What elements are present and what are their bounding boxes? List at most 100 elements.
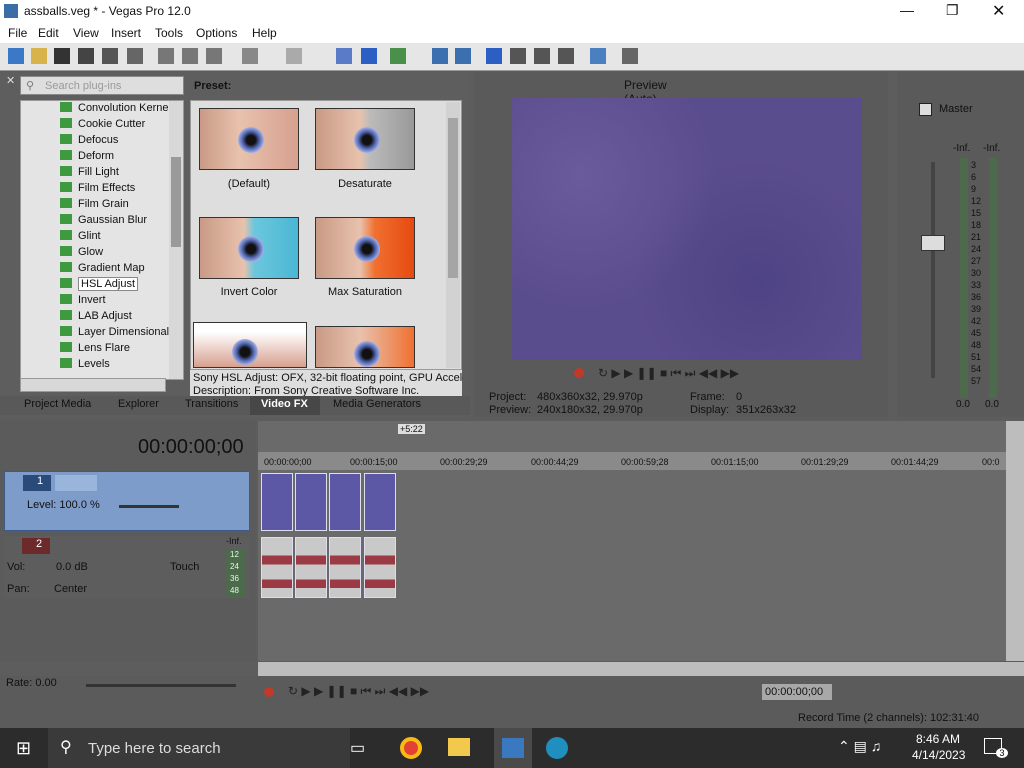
touch-mode-label[interactable]: Touch: [170, 561, 199, 573]
preset-invert-color-thumbnail[interactable]: [199, 217, 299, 279]
auto-crossfade-icon[interactable]: [534, 48, 550, 64]
search-plugins-field[interactable]: ⚲ Search plug-ins: [20, 76, 184, 95]
selection-tool-icon[interactable]: [390, 48, 406, 64]
snapping-icon[interactable]: [432, 48, 448, 64]
audio-clip[interactable]: [261, 537, 293, 598]
auto-ripple-icon[interactable]: [455, 48, 471, 64]
plugin-item[interactable]: Defocus: [60, 134, 180, 150]
video-clip[interactable]: [364, 473, 396, 531]
file-explorer-icon[interactable]: [448, 738, 470, 756]
video-clip[interactable]: [261, 473, 293, 531]
timeline-record-button[interactable]: [264, 687, 274, 697]
properties-icon[interactable]: [127, 48, 143, 64]
tab-media-generators[interactable]: Media Generators: [333, 398, 421, 410]
preset-thumbnail[interactable]: [315, 326, 415, 368]
lock-envelopes-icon[interactable]: [486, 48, 502, 64]
plugin-item[interactable]: Glow: [60, 246, 180, 262]
copy-icon[interactable]: [182, 48, 198, 64]
audio-clip[interactable]: [329, 537, 361, 598]
whats-this-help-icon[interactable]: [622, 48, 638, 64]
plugin-item[interactable]: Levels: [60, 358, 180, 374]
plugin-item[interactable]: Cookie Cutter: [60, 118, 180, 134]
tab-project-media[interactable]: Project Media: [24, 398, 91, 410]
menu-edit[interactable]: Edit: [38, 26, 59, 40]
clock-time[interactable]: 8:46 AM: [916, 732, 960, 746]
audio-clip[interactable]: [295, 537, 327, 598]
tab-video-fx[interactable]: Video FX: [261, 398, 308, 410]
maximize-icon[interactable]: ❐: [946, 2, 959, 19]
plugin-item[interactable]: Fill Light: [60, 166, 180, 182]
plugin-item[interactable]: Film Grain: [60, 198, 180, 214]
plugin-hscrollbar[interactable]: [20, 378, 166, 392]
video-level-slider[interactable]: [119, 505, 179, 508]
edge-icon[interactable]: [546, 737, 568, 759]
chrome-icon[interactable]: [400, 737, 422, 759]
undo-icon[interactable]: [242, 48, 258, 64]
plugin-item[interactable]: Lens Flare: [60, 342, 180, 358]
preset-default-thumbnail[interactable]: [199, 108, 299, 170]
preview-mode-dropdown[interactable]: Preview (Auto): [592, 76, 702, 106]
timeline-vscrollbar[interactable]: [1006, 421, 1024, 661]
normal-edit-tool-icon[interactable]: [336, 48, 352, 64]
render-icon[interactable]: [102, 48, 118, 64]
video-track-header[interactable]: 1 Level: 100.0 %: [4, 471, 250, 531]
tab-transitions[interactable]: Transitions: [185, 398, 238, 410]
save-icon[interactable]: [54, 48, 70, 64]
video-clip[interactable]: [295, 473, 327, 531]
envelope-tool-icon[interactable]: [361, 48, 377, 64]
track-name-field[interactable]: [55, 475, 97, 491]
video-clip[interactable]: [329, 473, 361, 531]
master-scale-label: 54: [971, 364, 982, 374]
preset-max-saturation-thumbnail[interactable]: [315, 217, 415, 279]
vegas-taskbar-icon[interactable]: [494, 728, 532, 768]
cursor-marker-label: +5:22: [398, 424, 425, 434]
taskbar-search-box[interactable]: ⚲ Type here to search: [48, 728, 350, 768]
master-fader-handle[interactable]: [921, 235, 945, 251]
new-icon[interactable]: [8, 48, 24, 64]
plugin-item[interactable]: LAB Adjust: [60, 310, 180, 326]
plugin-item[interactable]: Invert: [60, 294, 180, 310]
plugin-item[interactable]: Gaussian Blur: [60, 214, 180, 230]
audio-clip[interactable]: [364, 537, 396, 598]
open-icon[interactable]: [31, 48, 47, 64]
master-checkbox[interactable]: [919, 103, 932, 116]
rate-slider[interactable]: [86, 684, 236, 687]
tab-explorer[interactable]: Explorer: [118, 398, 159, 410]
preset-thumbnail[interactable]: [193, 322, 307, 368]
menu-insert[interactable]: Insert: [111, 26, 141, 40]
preset-desaturate-thumbnail[interactable]: [315, 108, 415, 170]
start-icon[interactable]: ⊞: [16, 738, 31, 759]
plugin-item[interactable]: Deform: [60, 150, 180, 166]
plugin-item[interactable]: Glint: [60, 230, 180, 246]
plugin-item[interactable]: Gradient Map: [60, 262, 180, 278]
close-icon[interactable]: ✕: [992, 1, 1005, 21]
minimize-icon[interactable]: —: [900, 2, 914, 18]
clock-date[interactable]: 4/14/2023: [912, 748, 965, 762]
plugin-item[interactable]: Convolution Kerne: [60, 102, 180, 118]
paste-icon[interactable]: [206, 48, 222, 64]
audio-track-header[interactable]: 2 Vol: 0.0 dB Pan: Center Touch -Inf. 12…: [4, 536, 250, 598]
plugin-item[interactable]: Film Effects: [60, 182, 180, 198]
preset-scrollbar-thumb[interactable]: [448, 118, 458, 278]
menu-view[interactable]: View: [73, 26, 99, 40]
plugin-item-selected[interactable]: HSL Adjust: [60, 277, 180, 294]
cut-icon[interactable]: [158, 48, 174, 64]
plugin-item[interactable]: Layer Dimensional: [60, 326, 180, 342]
save-as-icon[interactable]: [78, 48, 94, 64]
task-view-icon[interactable]: ▭: [350, 738, 365, 758]
master-scale-label: 12: [971, 196, 982, 206]
preview-record-button[interactable]: [574, 368, 584, 378]
menu-tools[interactable]: Tools: [155, 26, 183, 40]
video-preview-frame[interactable]: [512, 98, 862, 360]
timeline-hscrollbar[interactable]: [258, 662, 1024, 676]
master-fader-track[interactable]: [931, 162, 935, 378]
panel-close-icon[interactable]: ✕: [6, 74, 15, 87]
draw-tool-icon[interactable]: [590, 48, 606, 64]
menu-file[interactable]: File: [8, 26, 27, 40]
menu-help[interactable]: Help: [252, 26, 277, 40]
marker-icon[interactable]: [558, 48, 574, 64]
menu-options[interactable]: Options: [196, 26, 237, 40]
redo-icon[interactable]: [286, 48, 302, 64]
master-scale-label: 51: [971, 352, 982, 362]
ignore-grouping-icon[interactable]: [510, 48, 526, 64]
